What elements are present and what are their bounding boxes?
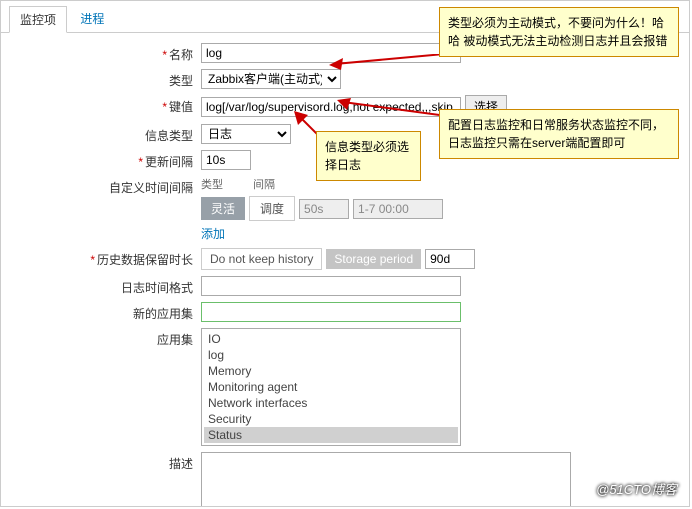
label-desc: 描述 xyxy=(169,457,193,471)
label-infotype: 信息类型 xyxy=(145,129,193,143)
tab-process[interactable]: 进程 xyxy=(70,6,114,31)
callout-infotype: 信息类型必须选择日志 xyxy=(316,131,421,181)
col-type: 类型 xyxy=(201,176,223,192)
history-period-label[interactable]: Storage period xyxy=(326,249,421,269)
history-period-input[interactable] xyxy=(425,249,475,269)
label-newapp: 新的应用集 xyxy=(133,307,193,321)
flex-period-input[interactable] xyxy=(353,199,443,219)
app-option[interactable]: Monitoring agent xyxy=(204,379,458,395)
label-name: 名称 xyxy=(169,48,193,62)
newapp-input[interactable] xyxy=(201,302,461,322)
label-apps: 应用集 xyxy=(157,333,193,347)
col-interval: 间隔 xyxy=(253,176,275,192)
infotype-select[interactable]: 日志 xyxy=(201,124,291,144)
apps-listbox[interactable]: IOlogMemoryMonitoring agentNetwork inter… xyxy=(201,328,461,446)
arrow-icon xyxy=(329,54,444,74)
arrow-icon xyxy=(337,98,447,118)
watermark: @51CTO博客 xyxy=(596,479,677,498)
callout-config: 配置日志监控和日常服务状态监控不同，日志监控只需在server端配置即可 xyxy=(439,109,679,159)
logformat-input[interactable] xyxy=(201,276,461,296)
desc-textarea[interactable] xyxy=(201,452,571,507)
label-update: 更新间隔 xyxy=(145,155,193,169)
app-option[interactable]: Memory xyxy=(204,363,458,379)
label-key: 键值 xyxy=(169,100,193,114)
label-type: 类型 xyxy=(169,74,193,88)
label-history: 历史数据保留时长 xyxy=(97,253,193,267)
flex-interval-input[interactable] xyxy=(299,199,349,219)
app-option[interactable]: Security xyxy=(204,411,458,427)
app-option[interactable]: Network interfaces xyxy=(204,395,458,411)
flex-button[interactable]: 灵活 xyxy=(201,197,245,220)
callout-type: 类型必须为主动模式，不要问为什么！哈哈 被动模式无法主动检测日志并且会报错 xyxy=(439,7,679,57)
app-option[interactable]: log xyxy=(204,347,458,363)
history-keep-button[interactable]: Do not keep history xyxy=(201,248,322,270)
app-option[interactable]: Status xyxy=(204,427,458,443)
type-select[interactable]: Zabbix客户端(主动式) xyxy=(201,69,341,89)
update-interval-input[interactable] xyxy=(201,150,251,170)
sched-button[interactable]: 调度 xyxy=(249,196,295,221)
add-link[interactable]: 添加 xyxy=(201,225,225,242)
app-option[interactable]: IO xyxy=(204,331,458,347)
label-custom-interval: 自定义时间间隔 xyxy=(109,181,193,195)
label-logformat: 日志时间格式 xyxy=(121,281,193,295)
tab-monitor[interactable]: 监控项 xyxy=(9,6,67,33)
